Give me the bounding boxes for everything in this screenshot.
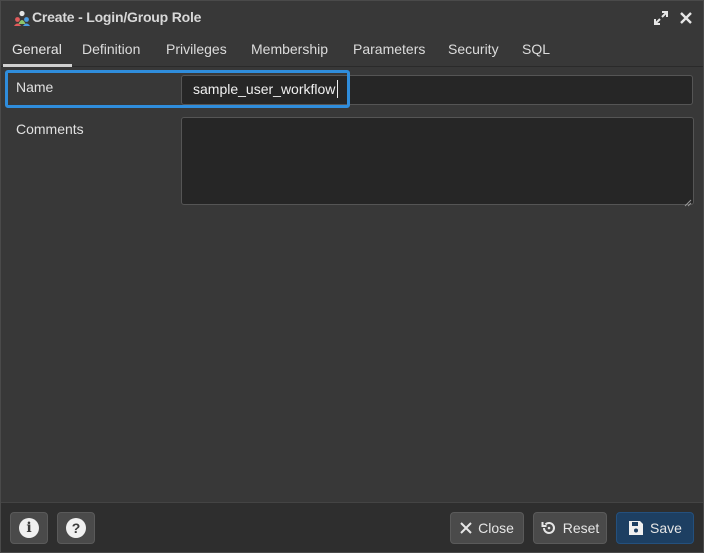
- expand-icon[interactable]: [654, 11, 668, 25]
- info-icon: i: [19, 518, 39, 538]
- focus-highlight: [5, 70, 350, 108]
- tab-general[interactable]: General: [12, 41, 62, 57]
- dialog-footer: i ? Close Reset Save: [1, 502, 703, 552]
- general-tab-panel: sample_user_workflow Name Comments: [1, 67, 703, 502]
- reset-button-label: Reset: [562, 520, 600, 536]
- resize-grip-icon[interactable]: [683, 194, 692, 207]
- save-button[interactable]: Save: [616, 512, 694, 544]
- reset-icon: [541, 521, 555, 534]
- close-icon[interactable]: [679, 11, 693, 25]
- help-icon: ?: [66, 518, 86, 538]
- dialog-titlebar[interactable]: Create - Login/Group Role: [1, 1, 703, 35]
- reset-button[interactable]: Reset: [533, 512, 607, 544]
- help-button[interactable]: ?: [57, 512, 95, 544]
- save-icon: [629, 521, 644, 535]
- tab-parameters[interactable]: Parameters: [353, 41, 425, 57]
- tab-membership[interactable]: Membership: [251, 41, 328, 57]
- tab-privileges[interactable]: Privileges: [166, 41, 227, 57]
- comments-label: Comments: [16, 121, 84, 137]
- tab-definition[interactable]: Definition: [82, 41, 140, 57]
- name-label: Name: [16, 79, 54, 95]
- dialog-tabs: General Definition Privileges Membership…: [1, 35, 703, 67]
- close-button-label: Close: [478, 520, 514, 536]
- tab-security[interactable]: Security: [448, 41, 499, 57]
- create-login-group-role-dialog: Create - Login/Group Role General Defini…: [0, 0, 704, 553]
- close-icon: [460, 522, 472, 534]
- pgadmin-role-icon: [14, 10, 30, 26]
- info-button[interactable]: i: [10, 512, 48, 544]
- close-button[interactable]: Close: [450, 512, 524, 544]
- comments-textarea[interactable]: [181, 117, 694, 205]
- tab-sql[interactable]: SQL: [522, 41, 550, 57]
- save-button-label: Save: [650, 520, 682, 536]
- dialog-title: Create - Login/Group Role: [32, 9, 202, 25]
